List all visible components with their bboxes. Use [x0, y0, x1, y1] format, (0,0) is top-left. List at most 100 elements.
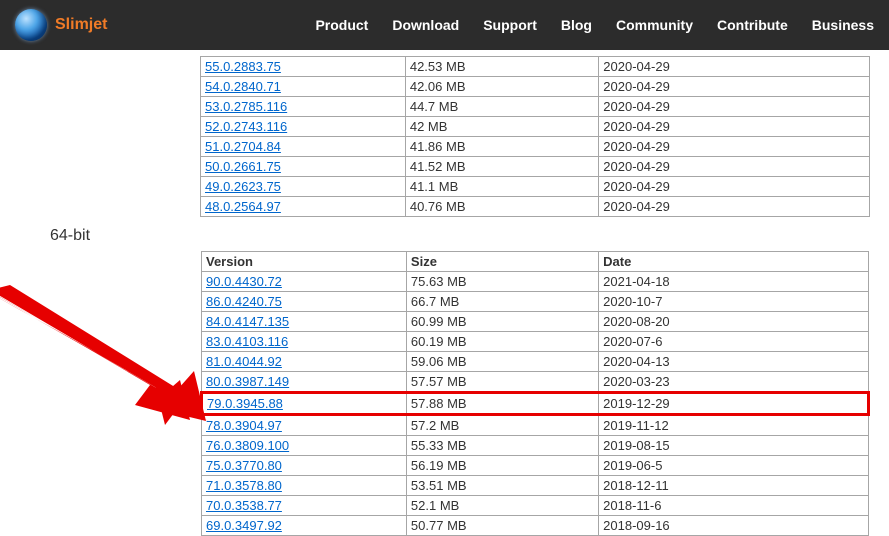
date-cell: 2020-10-7	[599, 292, 869, 312]
date-cell: 2018-11-6	[599, 496, 869, 516]
table-row: 86.0.4240.75 66.7 MB2020-10-7	[202, 292, 869, 312]
table-row: 83.0.4103.116 60.19 MB2020-07-6	[202, 332, 869, 352]
size-cell: 56.19 MB	[406, 456, 598, 476]
size-cell: 57.88 MB	[406, 393, 598, 415]
version-link[interactable]: 69.0.3497.92	[206, 518, 282, 533]
nav-blog[interactable]: Blog	[561, 17, 592, 33]
version-link[interactable]: 50.0.2661.75	[205, 159, 281, 174]
table-row: 54.0.2840.71 42.06 MB2020-04-29	[201, 77, 870, 97]
version-link[interactable]: 48.0.2564.97	[205, 199, 281, 214]
downloads-table-32bit-tail: 55.0.2883.7542.53 MB2020-04-2954.0.2840.…	[200, 56, 870, 217]
version-link[interactable]: 71.0.3578.80	[206, 478, 282, 493]
date-cell: 2020-04-29	[599, 97, 870, 117]
section-heading-64bit: 64-bit	[50, 227, 90, 245]
date-cell: 2020-04-29	[599, 157, 870, 177]
size-cell: 42.53 MB	[405, 57, 598, 77]
size-cell: 40.76 MB	[405, 197, 598, 217]
nav-business[interactable]: Business	[812, 17, 874, 33]
size-cell: 53.51 MB	[406, 476, 598, 496]
size-cell: 52.1 MB	[406, 496, 598, 516]
size-cell: 55.33 MB	[406, 436, 598, 456]
size-cell: 42.06 MB	[405, 77, 598, 97]
size-cell: 66.7 MB	[406, 292, 598, 312]
table-row: 53.0.2785.116 44.7 MB2020-04-29	[201, 97, 870, 117]
date-cell: 2020-07-6	[599, 332, 869, 352]
size-cell: 75.63 MB	[406, 272, 598, 292]
size-cell: 41.86 MB	[405, 137, 598, 157]
globe-icon	[15, 9, 47, 41]
date-cell: 2021-04-18	[599, 272, 869, 292]
top-bar: Slimjet Product Download Support Blog Co…	[0, 0, 889, 50]
version-link[interactable]: 52.0.2743.116	[205, 119, 287, 134]
downloads-table-64bit: Version Size Date 90.0.4430.7275.63 MB20…	[200, 251, 870, 536]
table-row: 71.0.3578.80 53.51 MB2018-12-11	[202, 476, 869, 496]
version-link[interactable]: 76.0.3809.100	[206, 438, 289, 453]
version-link[interactable]: 55.0.2883.75	[205, 59, 281, 74]
version-link[interactable]: 51.0.2704.84	[205, 139, 281, 154]
table-row: 78.0.3904.97 57.2 MB2019-11-12	[202, 415, 869, 436]
col-header-version: Version	[202, 252, 407, 272]
version-link[interactable]: 49.0.2623.75	[205, 179, 281, 194]
date-cell: 2020-04-29	[599, 177, 870, 197]
date-cell: 2020-04-29	[599, 57, 870, 77]
size-cell: 60.99 MB	[406, 312, 598, 332]
version-link[interactable]: 54.0.2840.71	[205, 79, 281, 94]
size-cell: 50.77 MB	[406, 516, 598, 536]
arrow-annotation-icon	[0, 285, 220, 445]
table-row: 52.0.2743.116 42 MB2020-04-29	[201, 117, 870, 137]
size-cell: 41.1 MB	[405, 177, 598, 197]
size-cell: 42 MB	[405, 117, 598, 137]
version-link[interactable]: 53.0.2785.116	[205, 99, 287, 114]
version-link[interactable]: 78.0.3904.97	[206, 418, 282, 433]
version-link[interactable]: 83.0.4103.116	[206, 334, 288, 349]
table-row: 51.0.2704.84 41.86 MB2020-04-29	[201, 137, 870, 157]
version-link[interactable]: 81.0.4044.92	[206, 354, 282, 369]
date-cell: 2019-08-15	[599, 436, 869, 456]
nav-community[interactable]: Community	[616, 17, 693, 33]
date-cell: 2019-12-29	[599, 393, 869, 415]
version-link[interactable]: 80.0.3987.149	[206, 374, 289, 389]
date-cell: 2020-04-29	[599, 77, 870, 97]
date-cell: 2020-04-13	[599, 352, 869, 372]
table-row: 79.0.3945.88 57.88 MB2019-12-29	[202, 393, 869, 415]
nav-download[interactable]: Download	[392, 17, 459, 33]
size-cell: 57.2 MB	[406, 415, 598, 436]
table-row: 90.0.4430.72 75.63 MB2021-04-18	[202, 272, 869, 292]
table-row: 55.0.2883.75 42.53 MB2020-04-29	[201, 57, 870, 77]
date-cell: 2019-11-12	[599, 415, 869, 436]
nav-contribute[interactable]: Contribute	[717, 17, 788, 33]
size-cell: 60.19 MB	[406, 332, 598, 352]
table-row: 69.0.3497.92 50.77 MB2018-09-16	[202, 516, 869, 536]
nav-product[interactable]: Product	[315, 17, 368, 33]
date-cell: 2020-04-29	[599, 197, 870, 217]
version-link[interactable]: 75.0.3770.80	[206, 458, 282, 473]
date-cell: 2018-12-11	[599, 476, 869, 496]
version-link[interactable]: 70.0.3538.77	[206, 498, 282, 513]
table-header-row: Version Size Date	[202, 252, 869, 272]
table-row: 49.0.2623.75 41.1 MB2020-04-29	[201, 177, 870, 197]
col-header-date: Date	[599, 252, 869, 272]
version-link[interactable]: 79.0.3945.88	[207, 396, 283, 411]
date-cell: 2019-06-5	[599, 456, 869, 476]
size-cell: 59.06 MB	[406, 352, 598, 372]
logo[interactable]: Slimjet	[15, 9, 107, 41]
table-row: 48.0.2564.97 40.76 MB2020-04-29	[201, 197, 870, 217]
date-cell: 2020-03-23	[599, 372, 869, 393]
date-cell: 2018-09-16	[599, 516, 869, 536]
table-row: 75.0.3770.80 56.19 MB2019-06-5	[202, 456, 869, 476]
version-link[interactable]: 84.0.4147.135	[206, 314, 289, 329]
nav-support[interactable]: Support	[483, 17, 537, 33]
table-row: 50.0.2661.7541.52 MB2020-04-29	[201, 157, 870, 177]
size-cell: 44.7 MB	[405, 97, 598, 117]
version-link[interactable]: 86.0.4240.75	[206, 294, 282, 309]
date-cell: 2020-08-20	[599, 312, 869, 332]
date-cell: 2020-04-29	[599, 117, 870, 137]
main-nav: Product Download Support Blog Community …	[315, 17, 874, 33]
table-row: 70.0.3538.77 52.1 MB2018-11-6	[202, 496, 869, 516]
table-row: 81.0.4044.92 59.06 MB2020-04-13	[202, 352, 869, 372]
version-link[interactable]: 90.0.4430.72	[206, 274, 282, 289]
col-header-size: Size	[406, 252, 598, 272]
size-cell: 57.57 MB	[406, 372, 598, 393]
date-cell: 2020-04-29	[599, 137, 870, 157]
table-row: 80.0.3987.149 57.57 MB2020-03-23	[202, 372, 869, 393]
